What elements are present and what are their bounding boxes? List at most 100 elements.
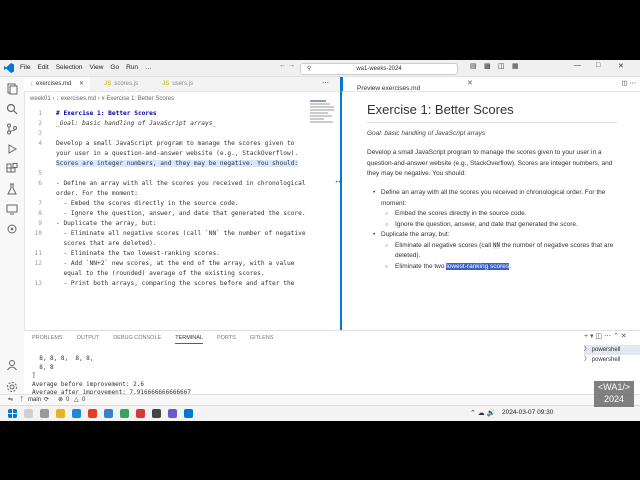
- source-control-icon[interactable]: [6, 123, 18, 135]
- watermark-line1: <WA1/>: [597, 382, 631, 392]
- tab-terminal[interactable]: TERMINAL: [175, 333, 203, 344]
- code-line[interactable]: 9 - Duplicate the array, but:: [24, 219, 314, 229]
- vscode-taskbar-icon[interactable]: [184, 409, 193, 418]
- task-view-icon[interactable]: [40, 409, 49, 418]
- code-line[interactable]: 6 - Define an array with all the scores y…: [24, 179, 314, 189]
- code-line[interactable]: 10 - Eliminate all negative scores (call…: [24, 229, 314, 239]
- terminal-label: powershell: [591, 347, 621, 353]
- tab-debug-console[interactable]: DEBUG CONSOLE: [113, 333, 161, 344]
- app-icon[interactable]: [136, 409, 145, 418]
- code-editor[interactable]: 1 # Exercise 1: Better Scores 2 _Goal: basi…: [24, 109, 314, 289]
- line-number: 2: [38, 120, 42, 127]
- command-center[interactable]: ⚲ wa1-weeks-2024: [300, 63, 458, 75]
- tab-exercises-md[interactable]: ↓ exercises.md ✕: [24, 77, 91, 91]
- code-line[interactable]: 13 - Print both arrays, comparing the sc…: [24, 279, 314, 289]
- menu-edit[interactable]: Edit: [37, 62, 48, 74]
- windows-start-icon[interactable]: [8, 409, 17, 418]
- account-icon[interactable]: [6, 359, 18, 371]
- code-line[interactable]: 12 - Add `NN+2` new scores, at the end o…: [24, 259, 314, 269]
- tray-icons[interactable]: ⌃ ☁ 🔊: [470, 409, 495, 417]
- sync-icon[interactable]: ⟳: [44, 395, 49, 405]
- menu-selection[interactable]: Selection: [56, 62, 83, 74]
- terminal-item[interactable]: 〉 powershell: [584, 355, 640, 365]
- preview-item-text: Duplicate the array, but:: [381, 231, 450, 238]
- app-icon[interactable]: [168, 409, 177, 418]
- tab-scores-js[interactable]: JS scores.js: [98, 77, 144, 91]
- new-terminal-icon[interactable]: + ▾ ◫ ⋯ ⌃ ✕: [584, 332, 627, 340]
- menu-go[interactable]: Go: [110, 62, 119, 74]
- code-line[interactable]: scores that are deleted).: [24, 239, 314, 249]
- vscode-logo-icon: [4, 63, 14, 73]
- minimize-icon[interactable]: —: [574, 62, 581, 69]
- sidebar-toggle-icon[interactable]: ◫: [498, 62, 505, 70]
- selected-text[interactable]: lowest-ranking scores: [446, 262, 510, 270]
- search-icon[interactable]: [6, 103, 18, 115]
- forward-arrow-icon[interactable]: →: [288, 62, 295, 69]
- store-icon[interactable]: [104, 409, 113, 418]
- branch-name[interactable]: main: [28, 395, 41, 405]
- settings-gear-icon[interactable]: [6, 381, 18, 393]
- code-line[interactable]: 5: [24, 169, 314, 179]
- line-text: # Exercise 1: Better Scores: [56, 110, 157, 117]
- preview-tab[interactable]: Preview exercises.md ✕ ◫ ⋯: [341, 77, 640, 92]
- terminal-app-icon[interactable]: [152, 409, 161, 418]
- chrome-icon[interactable]: [88, 409, 97, 418]
- breadcrumb-file[interactable]: exercises.md: [61, 96, 96, 102]
- tab-ports[interactable]: PORTS: [217, 333, 236, 344]
- line-text: - Eliminate all negative scores (call `N…: [56, 230, 306, 237]
- panel-toggle-icon[interactable]: ▩: [484, 62, 491, 70]
- menu-file[interactable]: File: [20, 62, 30, 74]
- code-line[interactable]: 3: [24, 129, 314, 139]
- minimap[interactable]: [310, 100, 336, 130]
- warning-count[interactable]: 0: [82, 395, 85, 405]
- testing-icon[interactable]: [6, 183, 18, 195]
- clock[interactable]: 2024-03-07 09:30: [502, 409, 553, 416]
- editor-split-sash[interactable]: [340, 77, 342, 330]
- terminal-line: ]: [32, 372, 36, 379]
- code-line[interactable]: equal to the (rounded) average of the ex…: [24, 269, 314, 279]
- menu-view[interactable]: View: [89, 62, 103, 74]
- close-tab-icon[interactable]: ✕: [467, 77, 473, 91]
- maximize-icon[interactable]: □: [596, 62, 600, 69]
- extensions-icon[interactable]: [6, 163, 18, 175]
- tab-problems[interactable]: PROBLEMS: [32, 333, 63, 344]
- file-explorer-icon[interactable]: [56, 409, 65, 418]
- close-icon[interactable]: ✕: [618, 62, 624, 70]
- breadcrumb-symbol[interactable]: # Exercise 1: Better Scores: [101, 96, 174, 102]
- explorer-icon[interactable]: [6, 83, 18, 95]
- code-line[interactable]: 8 - Ignore the question, answer, and dat…: [24, 209, 314, 219]
- back-arrow-icon[interactable]: ←: [279, 62, 286, 69]
- code-line[interactable]: 7 - Embed the scores directly in the sou…: [24, 199, 314, 209]
- split-editor-icon[interactable]: ◫ ⋯: [622, 77, 636, 91]
- code-line[interactable]: 11 - Eliminate the two lowest-ranking sc…: [24, 249, 314, 259]
- app-icon[interactable]: [120, 409, 129, 418]
- vscode-window: File Edit Selection View Go Run … ← → ⚲ …: [0, 60, 640, 420]
- code-line[interactable]: Scores are integer numbers, and they may…: [24, 159, 314, 169]
- layout-toggle-icon[interactable]: ▤: [470, 62, 477, 70]
- menu-run[interactable]: Run: [126, 62, 138, 74]
- customize-layout-icon[interactable]: ▦: [512, 62, 519, 70]
- remote-icon[interactable]: ⇋: [8, 395, 13, 405]
- code-line[interactable]: 4 Develop a small JavaScript program to m…: [24, 139, 314, 149]
- search-icon[interactable]: [24, 409, 33, 418]
- nav-arrows[interactable]: ← →: [279, 62, 295, 69]
- error-icon: ⊗: [58, 397, 64, 403]
- tab-output[interactable]: OUTPUT: [77, 333, 100, 344]
- tab-users-js[interactable]: JS users.js: [156, 77, 199, 91]
- tab-gitlens[interactable]: GITLENS: [250, 333, 274, 344]
- code-line[interactable]: 1 # Exercise 1: Better Scores: [24, 109, 314, 119]
- breadcrumb-folder[interactable]: week01: [30, 96, 51, 102]
- remote-explorer-icon[interactable]: [6, 203, 18, 215]
- terminal-item[interactable]: 〉 powershell: [584, 345, 640, 355]
- code-line[interactable]: order. For the moment:: [24, 189, 314, 199]
- gitlens-icon[interactable]: [6, 223, 18, 235]
- more-actions-icon[interactable]: ⋯: [322, 77, 329, 91]
- line-text: - Eliminate the two lowest-ranking score…: [56, 250, 220, 257]
- error-count[interactable]: 0: [66, 395, 69, 405]
- edge-icon[interactable]: [72, 409, 81, 418]
- menu-more[interactable]: …: [145, 62, 152, 74]
- close-tab-icon[interactable]: ✕: [79, 81, 84, 87]
- code-line[interactable]: your user in a question-and-answer websi…: [24, 149, 314, 159]
- run-debug-icon[interactable]: [6, 143, 18, 155]
- code-line[interactable]: 2 _Goal: basic handling of JavaScript arr…: [24, 119, 314, 129]
